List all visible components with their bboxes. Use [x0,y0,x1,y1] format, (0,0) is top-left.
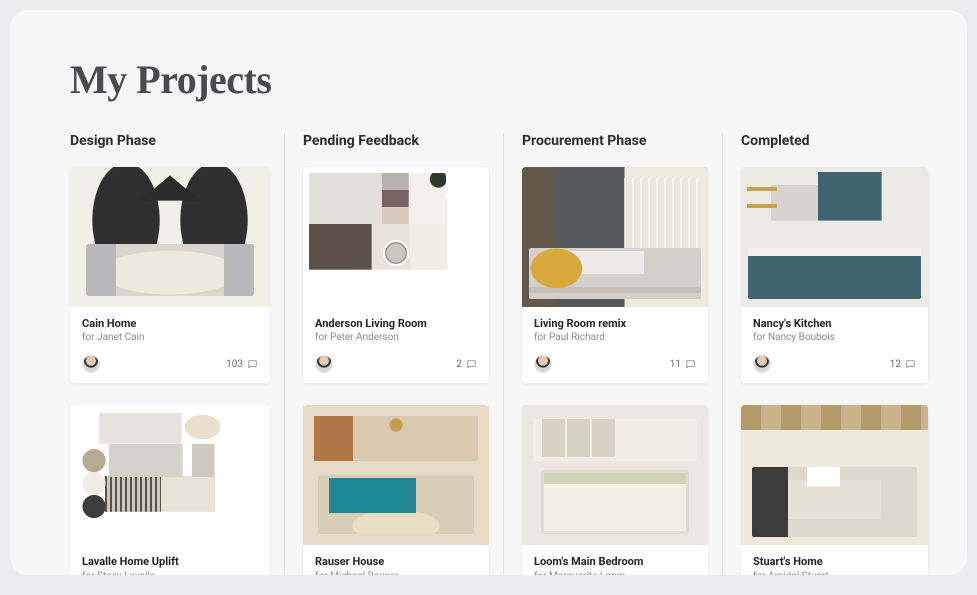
card-body: Anderson Living Room for Peter Anderson [303,307,489,351]
comments-number: 2 [456,359,462,370]
comments-number: 103 [226,359,243,370]
avatar[interactable] [315,355,333,373]
card-footer: 11 [522,351,708,383]
project-title: Loom's Main Bedroom [534,555,696,569]
project-thumbnail [522,167,708,307]
card-footer: 103 [70,351,270,383]
comments-count[interactable]: 11 [670,359,696,370]
project-thumbnail [70,167,270,307]
comment-icon [905,359,916,370]
project-thumbnail [70,405,270,545]
column-title: Pending Feedback [303,133,489,149]
project-card[interactable]: Living Room remix for Paul Richard 11 [522,167,708,383]
project-title: Anderson Living Room [315,317,477,331]
avatar[interactable] [753,355,771,373]
project-thumbnail [303,167,489,307]
column-title: Design Phase [70,133,270,149]
project-card[interactable]: Rauser House for Michael Rauser [303,405,489,575]
avatar[interactable] [82,355,100,373]
project-thumbnail [303,405,489,545]
column-completed: Completed Nancy's Kitchen for Nancy Boub… [727,133,942,575]
project-client: for Paul Richard [534,332,696,343]
project-client: for Peter Anderson [315,332,477,343]
comments-count[interactable]: 2 [456,359,477,370]
comments-number: 11 [670,359,681,370]
card-body: Rauser House for Michael Rauser [303,545,489,575]
project-client: for Marguerite Loom [534,571,696,575]
comments-count[interactable]: 12 [890,359,916,370]
card-body: Living Room remix for Paul Richard [522,307,708,351]
card-body: Cain Home for Janet Cain [70,307,270,351]
project-card[interactable]: Cain Home for Janet Cain 103 [70,167,270,383]
comments-number: 12 [890,359,901,370]
project-thumbnail [741,405,928,545]
project-thumbnail [741,167,928,307]
comment-icon [685,359,696,370]
project-thumbnail [522,405,708,545]
project-card[interactable]: Stuart's Home for Amidal Stuart [741,405,928,575]
project-client: for Amidal Stuart [753,571,916,575]
page-title: My Projects [70,56,907,103]
project-client: for Janet Cain [82,332,258,343]
card-body: Nancy's Kitchen for Nancy Boubois [741,307,928,351]
card-body: Stuart's Home for Amidal Stuart [741,545,928,575]
column-title: Completed [741,133,928,149]
project-title: Nancy's Kitchen [753,317,916,331]
project-client: for Nancy Boubois [753,332,916,343]
card-body: Lavalle Home Uplift for Stacy Lavalle [70,545,270,575]
project-title: Living Room remix [534,317,696,331]
column-procurement-phase: Procurement Phase Living Room remix for … [508,133,723,575]
column-title: Procurement Phase [522,133,708,149]
kanban-board: Design Phase Cain Home for Janet Cain 10… [70,133,907,575]
project-client: for Michael Rauser [315,571,477,575]
project-card[interactable]: Nancy's Kitchen for Nancy Boubois 12 [741,167,928,383]
column-design-phase: Design Phase Cain Home for Janet Cain 10… [70,133,285,575]
project-card[interactable]: Anderson Living Room for Peter Anderson … [303,167,489,383]
comments-count[interactable]: 103 [226,359,258,370]
project-title: Cain Home [82,317,258,331]
card-body: Loom's Main Bedroom for Marguerite Loom [522,545,708,575]
project-client: for Stacy Lavalle [82,571,258,575]
comment-icon [247,359,258,370]
comment-icon [466,359,477,370]
project-card[interactable]: Lavalle Home Uplift for Stacy Lavalle [70,405,270,575]
column-pending-feedback: Pending Feedback Anderson Living Room fo… [289,133,504,575]
card-footer: 2 [303,351,489,383]
card-footer: 12 [741,351,928,383]
project-card[interactable]: Loom's Main Bedroom for Marguerite Loom [522,405,708,575]
avatar[interactable] [534,355,552,373]
project-title: Rauser House [315,555,477,569]
project-title: Stuart's Home [753,555,916,569]
project-title: Lavalle Home Uplift [82,555,258,569]
projects-panel: My Projects Design Phase Cain Home for J… [10,10,967,575]
